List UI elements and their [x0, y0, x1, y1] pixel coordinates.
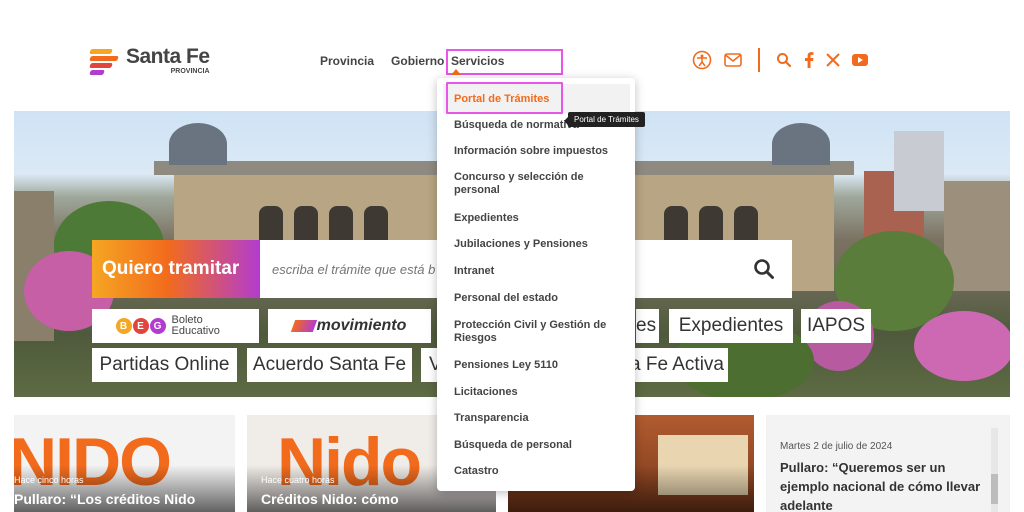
- boleto-logo-icon: B E G: [115, 318, 166, 334]
- chip-partidas-online[interactable]: Partidas Online: [92, 348, 237, 382]
- card-2-title: Créditos Nido: cómo: [261, 491, 399, 507]
- chip-activa-label: a Fe Activa: [630, 354, 724, 375]
- chip-iapos-label: IAPOS: [806, 315, 866, 336]
- chip-movimiento[interactable]: movimiento: [268, 309, 431, 343]
- santa-fe-logo[interactable]: Santa Fe PROVINCIA: [89, 45, 210, 75]
- chip-expedientes-label: Expedientes: [678, 315, 784, 336]
- dropdown-item-catastro[interactable]: Catastro: [454, 465, 626, 478]
- logo-name: Santa Fe: [126, 45, 210, 68]
- dropdown-item-concurso[interactable]: Concurso y selección de personal: [454, 171, 614, 197]
- servicios-dropdown: Portal de Trámites Búsqueda de normativa…: [437, 78, 635, 491]
- nav-servicios[interactable]: Servicios: [451, 54, 504, 68]
- dropdown-item-proteccion-civil[interactable]: Protección Civil y Gestión de Riesgos: [454, 319, 629, 345]
- logo-subtitle: PROVINCIA: [170, 68, 210, 75]
- search-icon[interactable]: [776, 52, 792, 68]
- chip-acuerdo-santa-fe[interactable]: Acuerdo Santa Fe: [247, 348, 412, 382]
- dropdown-item-impuestos[interactable]: Información sobre impuestos: [454, 145, 626, 158]
- news-title: Pullaro: “Queremos ser un ejemplo nacion…: [780, 460, 981, 512]
- news-card-1[interactable]: NIDO Hace cinco horas Pullaro: “Los créd…: [14, 415, 235, 512]
- dropdown-item-pensiones-ley[interactable]: Pensiones Ley 5110: [454, 359, 626, 372]
- chip-expedientes[interactable]: Expedientes: [669, 309, 793, 343]
- portal-tooltip: Portal de Trámites: [568, 112, 645, 127]
- chip-iapos[interactable]: IAPOS: [801, 309, 871, 343]
- dropdown-item-busqueda-personal[interactable]: Búsqueda de personal: [454, 439, 626, 452]
- dropdown-item-personal-estado[interactable]: Personal del estado: [454, 292, 626, 305]
- facebook-icon[interactable]: [804, 52, 814, 68]
- logo-mark-icon: [89, 47, 122, 75]
- nav-gobierno[interactable]: Gobierno: [391, 54, 444, 68]
- x-icon[interactable]: [826, 53, 840, 67]
- news-date: Martes 2 de julio de 2024: [780, 441, 893, 452]
- page: Santa Fe PROVINCIA Provincia Gobierno Se…: [0, 0, 1024, 512]
- chip-partidas-label: Partidas Online: [99, 354, 230, 375]
- chip-movimiento-label: movimiento: [316, 317, 407, 334]
- search-button[interactable]: [744, 249, 784, 289]
- nav-caret-icon: [451, 69, 461, 75]
- dropdown-item-intranet[interactable]: Intranet: [454, 265, 626, 278]
- dropdown-item-expedientes[interactable]: Expedientes: [454, 212, 626, 225]
- accessibility-icon[interactable]: [692, 50, 712, 70]
- news-card-4[interactable]: Martes 2 de julio de 2024 Pullaro: “Quer…: [766, 415, 1010, 512]
- portal-highlight-box: [446, 82, 563, 114]
- news-scrollbar[interactable]: [991, 428, 998, 512]
- dropdown-item-transparencia[interactable]: Transparencia: [454, 412, 626, 425]
- search-icon: [754, 259, 774, 279]
- header-icons: [692, 48, 868, 72]
- card-1-time: Hace cinco horas: [14, 475, 84, 485]
- chip-partial-es-label: es: [636, 315, 657, 336]
- chip-boleto-educativo[interactable]: B E G Boleto Educativo: [92, 309, 259, 343]
- dropdown-item-licitaciones[interactable]: Licitaciones: [454, 386, 626, 399]
- chip-acuerdo-label: Acuerdo Santa Fe: [252, 354, 407, 375]
- main-nav: Provincia Gobierno: [320, 54, 444, 68]
- chip-partial-es[interactable]: es: [636, 309, 659, 343]
- chip-santa-fe-activa[interactable]: a Fe Activa: [630, 348, 728, 382]
- chip-boleto-label: Boleto Educativo: [171, 314, 220, 337]
- movimiento-logo-icon: [290, 320, 317, 332]
- mail-icon[interactable]: [724, 53, 742, 67]
- scrollbar-thumb[interactable]: [991, 474, 998, 504]
- card-2-time: Hace cuatro horas: [261, 475, 335, 485]
- youtube-icon[interactable]: [852, 54, 868, 66]
- dropdown-item-jubilaciones[interactable]: Jubilaciones y Pensiones: [454, 238, 626, 251]
- search-label: Quiero tramitar: [92, 240, 260, 298]
- card-1-title: Pullaro: “Los créditos Nido: [14, 491, 196, 507]
- nav-provincia[interactable]: Provincia: [320, 54, 374, 68]
- header-divider: [758, 48, 760, 72]
